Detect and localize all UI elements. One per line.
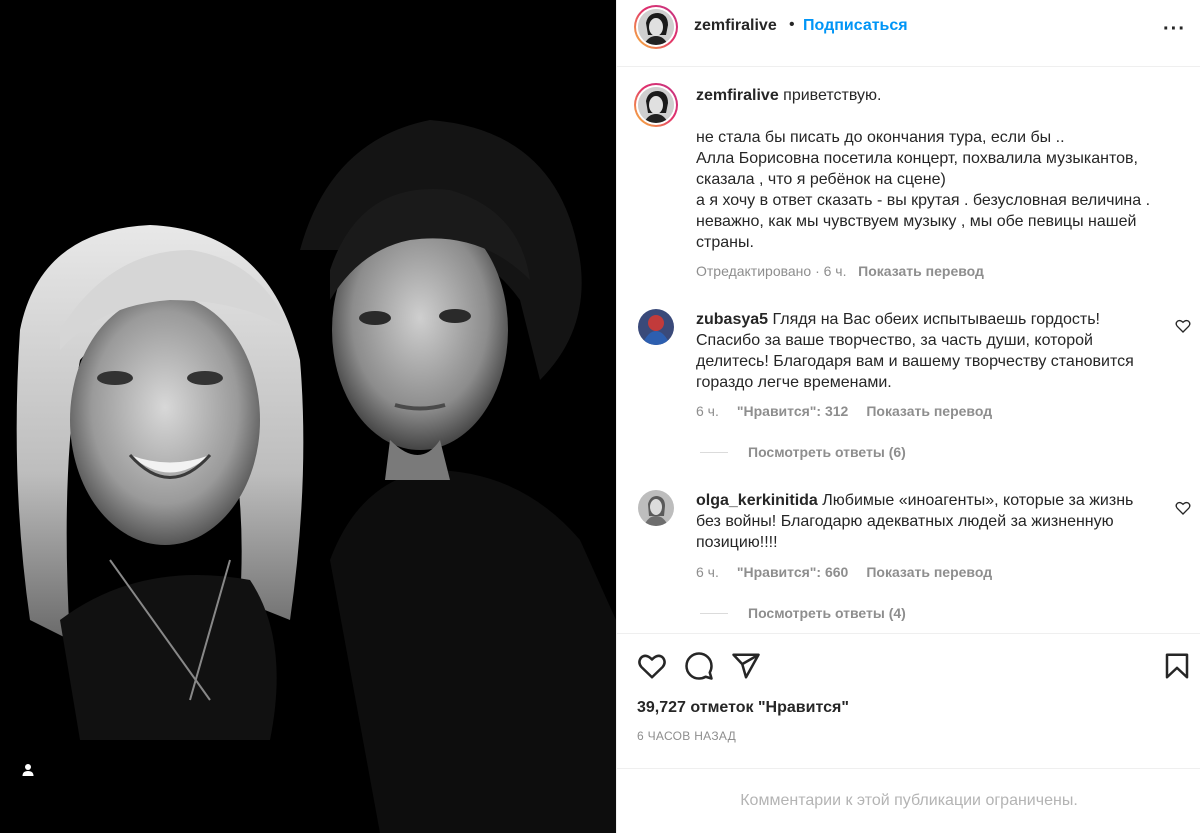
heart-icon[interactable] — [637, 651, 667, 681]
comments-restricted-text: Комментарии к этой публикации ограничены… — [740, 792, 1078, 809]
view-replies[interactable]: Посмотреть ответы (6) — [700, 444, 906, 460]
comment-translate-link[interactable]: Показать перевод — [866, 403, 992, 419]
author-username[interactable]: zemfiralive — [694, 17, 777, 35]
replies-divider — [700, 612, 728, 614]
post-time[interactable]: 6 ЧАСОВ НАЗАД — [637, 729, 736, 743]
caption-translate-link[interactable]: Показать перевод — [858, 263, 984, 279]
caption-first-line: zemfiralive приветствую. — [696, 85, 1166, 106]
comments-restricted-footer: Комментарии к этой публикации ограничены… — [617, 768, 1200, 833]
avatar-image — [638, 87, 674, 123]
caption-author-avatar[interactable] — [634, 83, 678, 127]
more-icon[interactable]: ··· — [1163, 18, 1186, 41]
comment-likes[interactable]: "Нравится": 312 — [737, 403, 848, 419]
view-replies[interactable]: Посмотреть ответы (4) — [700, 605, 906, 621]
caption-username[interactable]: zemfiralive — [696, 87, 779, 104]
replies-divider — [700, 451, 728, 453]
caption-meta: Отредактировано · 6 ч. Показать перевод — [696, 263, 984, 279]
tagged-user-icon[interactable] — [18, 760, 38, 780]
send-icon[interactable] — [731, 651, 761, 681]
post-header: zemfiralive • Подписаться ··· — [617, 0, 1200, 67]
comment-text: zubasya5 Глядя на Вас обеих испытываешь … — [696, 309, 1146, 393]
view-replies-label[interactable]: Посмотреть ответы (6) — [748, 444, 906, 460]
author-avatar[interactable] — [634, 5, 678, 49]
photo-scene — [0, 0, 616, 833]
commenter-avatar[interactable] — [638, 309, 674, 345]
caption-greeting: приветствую. — [778, 87, 882, 104]
post-actions: 39,727 отметок "Нравится" 6 ЧАСОВ НАЗАД — [617, 633, 1200, 767]
comment-time: 6 ч. — [696, 564, 719, 580]
separator-dot: • — [789, 16, 795, 33]
caption-edited: Отредактировано · 6 ч. — [696, 263, 847, 279]
comment-username[interactable]: olga_kerkinitida — [696, 492, 818, 509]
comment-icon[interactable] — [684, 651, 714, 681]
post-photo[interactable] — [0, 0, 616, 833]
avatar-image — [638, 9, 674, 45]
post-side-panel: zemfiralive • Подписаться ··· zemfiraliv… — [616, 0, 1200, 833]
comment-translate-link[interactable]: Показать перевод — [866, 564, 992, 580]
comment-time: 6 ч. — [696, 403, 719, 419]
comment-like-icon[interactable] — [1175, 318, 1191, 334]
follow-button[interactable]: Подписаться — [803, 17, 908, 35]
comment-like-icon[interactable] — [1175, 500, 1191, 516]
comments-section[interactable]: zemfiralive приветствую. не стала бы пис… — [617, 68, 1200, 633]
comment-username[interactable]: zubasya5 — [696, 311, 768, 328]
likes-count[interactable]: 39,727 отметок "Нравится" — [637, 699, 849, 717]
comment-text: olga_kerkinitida Любимые «иноагенты», ко… — [696, 490, 1146, 553]
comment-meta: 6 ч. "Нравится": 312 Показать перевод — [696, 403, 992, 419]
caption-body: не стала бы писать до окончания тура, ес… — [696, 129, 1151, 251]
view-replies-label[interactable]: Посмотреть ответы (4) — [748, 605, 906, 621]
comment-meta: 6 ч. "Нравится": 660 Показать перевод — [696, 564, 992, 580]
comment-likes[interactable]: "Нравится": 660 — [737, 564, 848, 580]
bookmark-icon[interactable] — [1162, 651, 1192, 681]
commenter-avatar[interactable] — [638, 490, 674, 526]
